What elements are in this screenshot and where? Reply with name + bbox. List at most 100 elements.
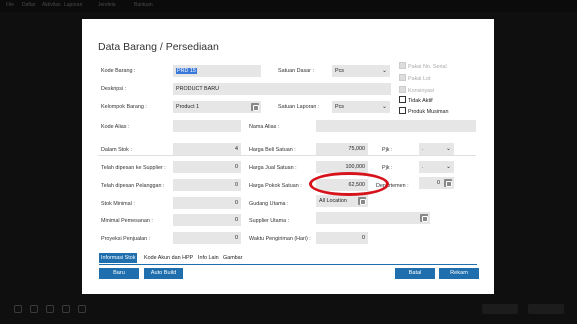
taskbar-button[interactable] (528, 304, 564, 314)
minimal-pemesanan-label: Minimal Pemesanan : (101, 218, 153, 224)
taskbar-icon[interactable] (78, 305, 86, 313)
baru-button[interactable]: Baru (99, 268, 139, 279)
pjk2-select[interactable]: . ⌄ (419, 161, 454, 173)
satuan-dasar-select[interactable]: Pcs ⌄ (332, 65, 390, 77)
menu-bantuan[interactable]: Bantuan (134, 2, 153, 8)
satuan-dasar-value: Pcs (335, 68, 344, 74)
kelompok-barang-input[interactable]: Product 1 (173, 101, 261, 113)
menu-file[interactable]: File (6, 2, 14, 8)
section-divider (98, 155, 476, 156)
lookup-icon[interactable] (358, 197, 366, 205)
taskbar-icon[interactable] (62, 305, 70, 313)
tab-info-lain[interactable]: Info Lain (198, 253, 219, 263)
konsinyasi-checkbox[interactable]: Konsinyasi (399, 86, 434, 94)
kode-barang-label: Kode Barang : (101, 68, 136, 74)
tab-gambar[interactable]: Gambar (223, 253, 242, 263)
kode-alias-label: Kode Alias : (101, 124, 130, 130)
produk-musiman-label: Produk Musiman (408, 109, 449, 115)
harga-jual-label: Harga Jual Satuan : (249, 165, 297, 171)
proyeksi-penjualan-label: Proyeksi Penjualan : (101, 236, 151, 242)
kelompok-barang-value: Product 1 (176, 104, 200, 110)
checkbox-box (399, 86, 406, 93)
pjk1-select[interactable]: . ⌄ (419, 143, 454, 155)
checkbox-box (399, 96, 406, 103)
pakai-no-serial-checkbox[interactable]: Pakai No. Serial (399, 62, 447, 70)
chevron-down-icon: ⌄ (381, 68, 387, 74)
menu-laporan[interactable]: Laporan (64, 2, 82, 8)
chevron-down-icon: ⌄ (445, 164, 451, 170)
dipesan-supplier-label: Telah dipesan ke Supplier : (101, 165, 166, 171)
dipesan-pelanggan-input[interactable]: 0 (173, 179, 241, 191)
waktu-pengiriman-label: Waktu Pengiriman (Hari) : (249, 236, 311, 242)
kelompok-barang-label: Kelompok Barang : (101, 104, 147, 110)
konsinyasi-label: Konsinyasi (408, 88, 435, 94)
checkbox-box (399, 74, 406, 81)
chevron-down-icon: ⌄ (381, 104, 387, 110)
dipesan-supplier-input[interactable]: 0 (173, 161, 241, 173)
lookup-icon[interactable] (251, 103, 259, 111)
taskbar (0, 296, 577, 324)
harga-beli-input[interactable]: 75,000 (316, 143, 368, 155)
dipesan-pelanggan-label: Telah dipesan Pelanggan : (101, 183, 165, 189)
satuan-laporan-select[interactable]: Pcs ⌄ (332, 101, 390, 113)
gudang-utama-value: All Location (319, 198, 347, 204)
app-menu-bar: File Daftar Aktivitas Laporan Jendela Ba… (0, 0, 577, 12)
pjk2-label: Pjk : (382, 165, 393, 171)
dalam-stok-label: Dalam Stok : (101, 147, 132, 153)
chevron-down-icon: ⌄ (445, 146, 451, 152)
pakai-lot-checkbox[interactable]: Pakai Lot (399, 74, 430, 82)
taskbar-button[interactable] (482, 304, 518, 314)
tab-kode-akun-hpp[interactable]: Kode Akun dan HPP (144, 253, 193, 263)
waktu-pengiriman-input[interactable]: 0 (316, 232, 368, 244)
harga-pokok-label: Harga Pokok Satuan : (249, 183, 302, 189)
kode-barang-input[interactable]: PRD 15 (173, 65, 261, 77)
lookup-icon[interactable] (444, 179, 452, 187)
checkbox-box (399, 107, 406, 114)
supplier-utama-label: Supplier Utama : (249, 218, 290, 224)
tab-underline (99, 264, 477, 265)
nama-alias-input[interactable] (316, 120, 476, 132)
kode-barang-value: PRD 15 (176, 68, 197, 74)
menu-daftar[interactable]: Daftar (22, 2, 36, 8)
minimal-pemesanan-input[interactable]: 0 (173, 214, 241, 226)
harga-beli-label: Harga Beli Satuan : (249, 147, 296, 153)
satuan-dasar-label: Satuan Dasar : (278, 68, 314, 74)
pakai-no-serial-label: Pakai No. Serial (408, 64, 447, 70)
nama-alias-label: Nama Alias : (249, 124, 280, 130)
gudang-utama-input[interactable]: All Location (316, 195, 368, 207)
checkbox-box (399, 62, 406, 69)
deskripsi-input[interactable]: PRODUCT BARU (173, 83, 391, 95)
satuan-laporan-label: Satuan Laporan : (278, 104, 320, 110)
deskripsi-label: Deskripsi : (101, 86, 127, 92)
stok-minimal-input[interactable]: 0 (173, 197, 241, 209)
item-data-dialog: Data Barang / Persediaan Kode Barang : P… (82, 19, 494, 294)
gudang-utama-label: Gudang Utama : (249, 201, 289, 207)
kode-alias-input[interactable] (173, 120, 241, 132)
departemen-input[interactable]: 0 (419, 177, 454, 189)
departemen-value: 0 (437, 180, 440, 186)
taskbar-icon[interactable] (30, 305, 38, 313)
dialog-title: Data Barang / Persediaan (98, 41, 219, 53)
tidak-aktif-checkbox[interactable]: Tidak Aktif (399, 96, 433, 104)
satuan-laporan-value: Pcs (335, 104, 344, 110)
stok-minimal-label: Stok Minimal : (101, 201, 135, 207)
pjk2-value: . (422, 164, 424, 170)
proyeksi-penjualan-input[interactable]: 0 (173, 232, 241, 244)
highlight-oval (309, 172, 389, 196)
batal-button[interactable]: Batal (395, 268, 435, 279)
taskbar-icon[interactable] (46, 305, 54, 313)
lookup-icon[interactable] (420, 214, 428, 222)
tidak-aktif-label: Tidak Aktif (408, 98, 433, 104)
dalam-stok-input[interactable]: 4 (173, 143, 241, 155)
tab-informasi-stok[interactable]: Informasi Stok (99, 253, 138, 263)
pakai-lot-label: Pakai Lot (408, 76, 431, 82)
auto-build-button[interactable]: Auto Build (144, 268, 183, 279)
supplier-utama-input[interactable] (316, 212, 430, 224)
pjk1-value: . (422, 146, 424, 152)
produk-musiman-checkbox[interactable]: Produk Musiman (399, 107, 448, 115)
menu-jendela[interactable]: Jendela (98, 2, 116, 8)
menu-aktivitas[interactable]: Aktivitas (42, 2, 61, 8)
taskbar-icon[interactable] (14, 305, 22, 313)
pjk1-label: Pjk : (382, 147, 393, 153)
rekam-button[interactable]: Rekam (439, 268, 479, 279)
